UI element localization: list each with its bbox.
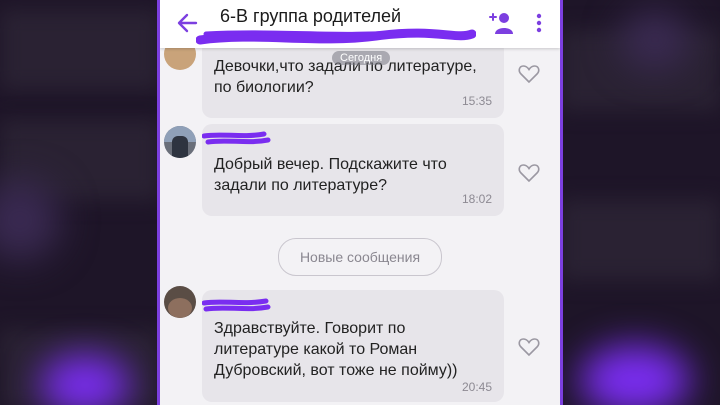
- message-time: 18:02: [461, 192, 492, 206]
- message-text-line: задали по литературе?: [214, 177, 387, 194]
- sender-name-redaction: [202, 298, 271, 312]
- right-frame-border: [560, 0, 563, 405]
- message-text-line: литературе какой то Роман: [214, 341, 418, 358]
- date-separator: Сегодня: [332, 51, 391, 65]
- blurred-background-right: [560, 0, 720, 405]
- message-text-line: Дубровский, вот тоже не пойму)): [214, 362, 458, 379]
- heart-icon[interactable]: [518, 163, 540, 183]
- heart-icon[interactable]: [518, 64, 540, 84]
- menu-dots-icon[interactable]: [534, 12, 544, 34]
- chat-screen: 6-В группа родителей Девочки,что задали …: [160, 0, 560, 405]
- add-member-icon[interactable]: [488, 10, 514, 36]
- avatar[interactable]: [164, 126, 196, 158]
- redaction-scribble: [196, 28, 476, 45]
- message-time: 20:45: [461, 380, 492, 394]
- message-text-line: Здравствуйте. Говорит по: [214, 320, 406, 337]
- chat-header: 6-В группа родителей: [160, 0, 560, 48]
- message-text-line: Добрый вечер. Подскажите что: [214, 156, 447, 173]
- message-text-line: по биологии?: [214, 79, 314, 96]
- sender-name-redaction: [202, 131, 271, 145]
- new-messages-button[interactable]: Новые сообщения: [278, 238, 442, 276]
- back-arrow-icon[interactable]: [176, 12, 198, 34]
- message-time: 15:35: [461, 94, 492, 108]
- heart-icon[interactable]: [518, 337, 540, 357]
- blurred-background-left: [0, 0, 160, 405]
- message-bubble[interactable]: Здравствуйте. Говорит по литературе како…: [202, 290, 504, 402]
- message-bubble[interactable]: Добрый вечер. Подскажите что задали по л…: [202, 124, 504, 216]
- avatar[interactable]: [164, 286, 196, 318]
